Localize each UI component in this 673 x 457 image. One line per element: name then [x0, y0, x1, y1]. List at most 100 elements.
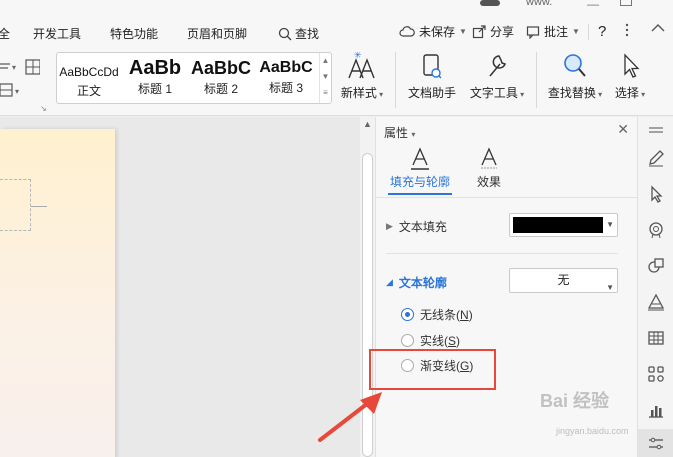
- radio-accesskey: N: [460, 308, 469, 322]
- menu-bar: 全 开发工具 特色功能 页眉和页脚 查找 www. — 未保存 ▼ 分享 批注 …: [0, 0, 673, 44]
- chevron-down-icon: ▼: [606, 220, 614, 229]
- right-sidebar: [637, 117, 673, 457]
- doc-assistant-icon: [423, 54, 442, 79]
- share-button[interactable]: 分享: [472, 23, 514, 40]
- properties-sliders-icon[interactable]: [647, 435, 665, 453]
- text-fill-section[interactable]: ▶ 文本填充: [386, 218, 447, 235]
- magnifier-icon: [564, 54, 586, 77]
- style-preview: AaBbCcDd: [59, 65, 119, 79]
- more-vertical-icon: [625, 23, 629, 37]
- fill-color-swatch: [513, 217, 603, 233]
- ribbon: ▾ ▾ ↘ AaBbCcDd 正文 AaBb 标题 1 AaBbC 标题 2 A…: [0, 44, 673, 116]
- menu-item-header-footer[interactable]: 页眉和页脚: [187, 25, 247, 42]
- doc-assistant-button[interactable]: 文档助手: [406, 52, 458, 101]
- table-icon[interactable]: [647, 329, 665, 347]
- caret-down-icon: ◢: [386, 277, 393, 287]
- radio-no-line[interactable]: 无线条(N): [401, 306, 473, 323]
- text-box[interactable]: [0, 179, 31, 231]
- doc-assistant-label: 文档助手: [407, 86, 456, 100]
- tab-fill-outline[interactable]: 填充与轮廓: [385, 147, 455, 190]
- radio-accesskey: S: [448, 334, 457, 348]
- style-name: 标题 1: [137, 82, 172, 96]
- chevron-down-icon[interactable]: ▼: [320, 69, 331, 85]
- unsaved-label: 未保存: [419, 25, 456, 39]
- avatar[interactable]: [480, 0, 500, 6]
- close-icon[interactable]: ✕: [617, 121, 629, 138]
- document-page[interactable]: [0, 129, 115, 457]
- style-name: 标题 2: [203, 82, 238, 96]
- divider: [588, 24, 589, 40]
- shapes-icon[interactable]: [647, 257, 665, 275]
- new-style-icon: ✳: [348, 52, 375, 79]
- text-fill-color-select[interactable]: ▼: [509, 213, 618, 237]
- grid-apps-icon[interactable]: [647, 365, 665, 383]
- collapse-sidebar-icon[interactable]: [647, 123, 665, 141]
- gallery-scroll[interactable]: ▲ ▼ ≡: [319, 53, 331, 103]
- menu-item-partial[interactable]: 全: [0, 25, 10, 42]
- text-tools-button[interactable]: 文字工具 ▾: [466, 52, 528, 101]
- help-button[interactable]: ?: [598, 23, 606, 40]
- menu-item-developer[interactable]: 开发工具: [33, 25, 81, 42]
- style-normal[interactable]: AaBbCcDd 正文: [57, 53, 121, 103]
- unsaved-status[interactable]: 未保存 ▼: [399, 23, 467, 40]
- panel-title[interactable]: 属性 ▾: [384, 124, 415, 141]
- divider: [376, 197, 638, 198]
- text-outline-icon[interactable]: [647, 293, 665, 311]
- menu-search-label: 查找: [295, 27, 320, 41]
- style-heading-1[interactable]: AaBb 标题 1: [123, 53, 187, 103]
- comment-button[interactable]: 批注 ▼: [526, 23, 580, 40]
- radio-solid-line[interactable]: 实线(S): [401, 332, 460, 349]
- wps-window: 全 开发工具 特色功能 页眉和页脚 查找 www. — 未保存 ▼ 分享 批注 …: [0, 0, 673, 457]
- search-icon: [278, 27, 292, 40]
- new-style-label: 新样式: [340, 86, 377, 100]
- radio-label: 无线条: [420, 308, 457, 322]
- restore-button[interactable]: [620, 0, 632, 6]
- paragraph-tools-icon[interactable]: ▾ ▾: [0, 58, 40, 98]
- radio-button[interactable]: [401, 308, 414, 321]
- caret-right-icon: ▶: [386, 221, 393, 231]
- text-outline-select[interactable]: 无 ▼: [509, 268, 618, 293]
- pointer-icon[interactable]: [647, 185, 665, 203]
- text-tools-label: 文字工具: [469, 86, 518, 100]
- style-preview: AaBbC: [259, 59, 313, 76]
- menu-search[interactable]: 查找: [278, 25, 319, 42]
- svg-text:▾: ▾: [15, 87, 19, 96]
- watermark-brand: Bai 经验: [540, 391, 610, 411]
- tab-effects[interactable]: 效果: [454, 147, 524, 190]
- new-style-button[interactable]: ✳ 新样式 ▾: [340, 52, 384, 101]
- divider: [395, 52, 396, 108]
- style-heading-2[interactable]: AaBbC 标题 2: [189, 53, 253, 103]
- text-fill-icon: [411, 147, 429, 170]
- style-preview: AaBbC: [190, 58, 251, 78]
- gallery-expand-icon[interactable]: ≡: [320, 85, 331, 101]
- share-label: 分享: [490, 25, 515, 39]
- chevron-down-icon: ▾: [411, 130, 416, 139]
- style-name: 标题 3: [268, 81, 303, 95]
- cloud-icon: [399, 25, 415, 37]
- style-heading-3[interactable]: AaBbC 标题 3: [255, 53, 317, 103]
- chevron-up-icon[interactable]: ▲: [320, 53, 331, 69]
- divider: [386, 253, 618, 254]
- bar-chart-icon[interactable]: [647, 401, 665, 419]
- outline-value: 无: [557, 273, 570, 287]
- select-button[interactable]: 选择 ▾: [612, 52, 648, 101]
- watermark-url: jingyan.baidu.com: [556, 426, 629, 436]
- badge-icon[interactable]: [647, 221, 665, 239]
- group-expand-icon[interactable]: ↘: [40, 104, 47, 113]
- chevron-down-icon: ▼: [572, 27, 580, 36]
- menu-item-features[interactable]: 特色功能: [110, 25, 158, 42]
- share-icon: [472, 24, 486, 38]
- text-outline-section[interactable]: ◢ 文本轮廓: [386, 274, 447, 291]
- pen-icon[interactable]: [647, 149, 665, 167]
- document-area[interactable]: [0, 117, 360, 457]
- style-gallery: AaBbCcDd 正文 AaBb 标题 1 AaBbC 标题 2 AaBbC 标…: [56, 52, 332, 104]
- collapse-ribbon-button[interactable]: [651, 23, 665, 33]
- scroll-up-icon[interactable]: ▲: [363, 119, 372, 129]
- more-button[interactable]: [622, 23, 632, 37]
- highlight-box: [369, 349, 496, 390]
- margin-guide: [31, 206, 47, 207]
- minimize-button[interactable]: —: [587, 0, 599, 11]
- radio-button[interactable]: [401, 334, 414, 347]
- find-replace-label: 查找替换: [547, 86, 596, 100]
- find-replace-button[interactable]: 查找替换 ▾: [544, 52, 606, 101]
